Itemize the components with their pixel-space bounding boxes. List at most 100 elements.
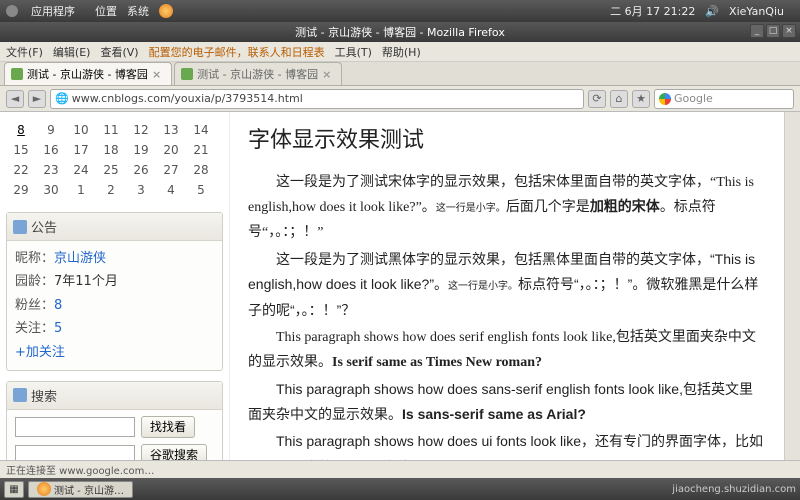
status-bar: 正在连接至 www.google.com… xyxy=(0,460,800,478)
status-text: 正在连接至 www.google.com… xyxy=(6,462,154,477)
window-titlebar: 测试 - 京山游侠 - 博客园 - Mozilla Firefox _ □ × xyxy=(0,22,800,42)
apps-menu[interactable]: 应用程序 xyxy=(6,3,85,19)
calendar-day[interactable]: 10 xyxy=(66,120,96,140)
menu-help[interactable]: 帮助(H) xyxy=(382,44,421,60)
calendar-day[interactable]: 17 xyxy=(66,140,96,160)
show-desktop-button[interactable]: ▦ xyxy=(4,481,24,498)
calendar-day[interactable]: 9 xyxy=(36,120,66,140)
calendar-day[interactable]: 2 xyxy=(96,180,126,200)
calendar-day[interactable]: 13 xyxy=(156,120,186,140)
announce-panel: 公告 昵称：京山游侠 园龄：7年11个月 粉丝：8 关注：5 +加关注 xyxy=(6,212,223,371)
nick-link[interactable]: 京山游侠 xyxy=(54,251,106,266)
google-search-button[interactable]: 谷歌搜索 xyxy=(141,444,207,460)
calendar-widget[interactable]: 891011121314 15161718192021 222324252627… xyxy=(6,120,223,200)
menu-file[interactable]: 文件(F) xyxy=(6,44,43,60)
search-input[interactable]: Google xyxy=(654,89,794,109)
menu-view[interactable]: 查看(V) xyxy=(100,44,138,60)
follow-label: 关注： xyxy=(15,321,54,336)
para-ui-font: This paragraph shows how does ui fonts l… xyxy=(248,429,766,460)
calendar-day[interactable]: 26 xyxy=(126,160,156,180)
calendar-day[interactable]: 1 xyxy=(66,180,96,200)
calendar-day[interactable]: 20 xyxy=(156,140,186,160)
tab-inactive[interactable]: 测试 - 京山游侠 - 博客园 × xyxy=(174,62,342,85)
vertical-scrollbar[interactable] xyxy=(784,112,800,460)
firefox-launcher-icon[interactable] xyxy=(159,4,173,18)
para-sans-hei: 这一段是为了测试黑体字的显示效果，包括黑体里面自带的英文字体，“This is … xyxy=(248,247,766,323)
window-title: 测试 - 京山游侠 - 博客园 - Mozilla Firefox xyxy=(295,24,505,40)
calendar-day[interactable]: 23 xyxy=(36,160,66,180)
calendar-day[interactable]: 12 xyxy=(126,120,156,140)
calendar-day[interactable]: 28 xyxy=(186,160,216,180)
home-button[interactable]: ⌂ xyxy=(610,90,628,108)
tab-active[interactable]: 测试 - 京山游侠 - 博客园 × xyxy=(4,62,172,85)
tab-close-icon[interactable]: × xyxy=(152,68,161,81)
calendar-day[interactable]: 29 xyxy=(6,180,36,200)
volume-icon[interactable]: 🔊 xyxy=(705,5,719,18)
blog-search-input[interactable] xyxy=(15,417,135,437)
calendar-day[interactable]: 18 xyxy=(96,140,126,160)
calendar-day[interactable]: 22 xyxy=(6,160,36,180)
system-menu[interactable]: 系统 xyxy=(127,3,149,19)
firefox-icon xyxy=(37,482,51,496)
fans-label: 粉丝： xyxy=(15,298,54,313)
google-search-input[interactable] xyxy=(15,445,135,460)
calendar-day[interactable]: 8 xyxy=(6,120,36,140)
firefox-menubar: 文件(F) 编辑(E) 查看(V) 配置您的电子邮件，联系人和日程表 工具(T)… xyxy=(0,42,800,62)
places-menu[interactable]: 位置 xyxy=(95,3,117,19)
search-panel: 搜索 找找看 谷歌搜索 xyxy=(6,381,223,460)
announce-icon xyxy=(13,220,27,234)
clock[interactable]: 二 6月 17 21:22 xyxy=(610,3,695,19)
age-value: 7年11个月 xyxy=(54,274,118,289)
forward-button[interactable]: ► xyxy=(28,90,46,108)
calendar-day[interactable]: 30 xyxy=(36,180,66,200)
google-icon xyxy=(659,93,671,105)
globe-icon: 🌐 xyxy=(55,92,69,105)
tab-close-icon[interactable]: × xyxy=(322,68,331,81)
para-sans-en: This paragraph shows how does sans-serif… xyxy=(248,377,766,427)
calendar-day[interactable]: 11 xyxy=(96,120,126,140)
follow-link[interactable]: 5 xyxy=(54,321,62,336)
window-maximize-button[interactable]: □ xyxy=(766,24,780,38)
calendar-day[interactable]: 4 xyxy=(156,180,186,200)
calendar-day[interactable]: 21 xyxy=(186,140,216,160)
calendar-day[interactable]: 14 xyxy=(186,120,216,140)
window-close-button[interactable]: × xyxy=(782,24,796,38)
nick-label: 昵称： xyxy=(15,251,54,266)
page-viewport: 891011121314 15161718192021 222324252627… xyxy=(0,112,800,460)
calendar-day[interactable]: 24 xyxy=(66,160,96,180)
blog-search-button[interactable]: 找找看 xyxy=(141,416,195,438)
url-text: www.cnblogs.com/youxia/p/3793514.html xyxy=(72,92,303,105)
menu-tools[interactable]: 工具(T) xyxy=(335,44,372,60)
favicon-icon xyxy=(181,68,193,80)
taskbar-window-button[interactable]: 测试 - 京山游… xyxy=(28,481,133,498)
desktop-bottom-panel: ▦ 测试 - 京山游… jiaocheng.shuzidian.com xyxy=(0,478,800,500)
calendar-day[interactable]: 25 xyxy=(96,160,126,180)
menu-edit[interactable]: 编辑(E) xyxy=(53,44,91,60)
menu-mail-setup[interactable]: 配置您的电子邮件，联系人和日程表 xyxy=(149,44,325,60)
search-icon xyxy=(13,388,27,402)
panel-heading: 公告 xyxy=(7,213,222,241)
user-menu[interactable]: XieYanQiu xyxy=(729,5,784,18)
tab-strip: 测试 - 京山游侠 - 博客园 × 测试 - 京山游侠 - 博客园 × xyxy=(0,62,800,86)
add-follow-link[interactable]: +加关注 xyxy=(15,345,65,360)
url-input[interactable]: 🌐 www.cnblogs.com/youxia/p/3793514.html xyxy=(50,89,584,109)
reload-button[interactable]: ⟳ xyxy=(588,90,606,108)
favicon-icon xyxy=(11,68,23,80)
calendar-day[interactable]: 5 xyxy=(186,180,216,200)
panel-heading: 搜索 xyxy=(7,382,222,410)
desktop-top-panel: 应用程序 位置 系统 二 6月 17 21:22 🔊 XieYanQiu xyxy=(0,0,800,22)
tab-label: 测试 - 京山游侠 - 博客园 xyxy=(27,66,148,82)
calendar-day[interactable]: 19 xyxy=(126,140,156,160)
calendar-day[interactable]: 16 xyxy=(36,140,66,160)
search-placeholder: Google xyxy=(674,92,713,105)
calendar-day[interactable]: 27 xyxy=(156,160,186,180)
back-button[interactable]: ◄ xyxy=(6,90,24,108)
gnome-foot-icon xyxy=(6,5,18,17)
calendar-day[interactable]: 3 xyxy=(126,180,156,200)
calendar-day[interactable]: 15 xyxy=(6,140,36,160)
bookmark-button[interactable]: ★ xyxy=(632,90,650,108)
fans-link[interactable]: 8 xyxy=(54,298,62,313)
window-minimize-button[interactable]: _ xyxy=(750,24,764,38)
tab-label: 测试 - 京山游侠 - 博客园 xyxy=(197,66,318,82)
sidebar: 891011121314 15161718192021 222324252627… xyxy=(0,112,230,460)
